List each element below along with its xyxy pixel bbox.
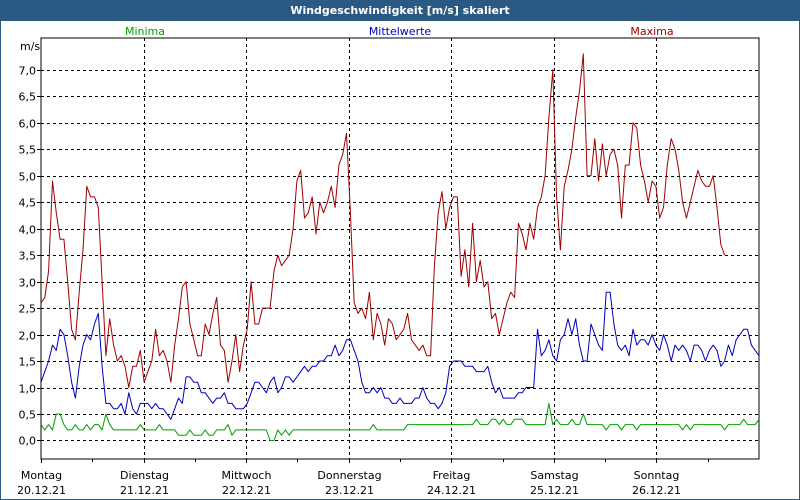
y-tick-label: 5,5: [19, 144, 37, 157]
series-line-minima: [40, 402, 760, 441]
legend-mittelwerte: Mittelwerte: [369, 25, 432, 38]
plot-area: [40, 37, 760, 460]
legend-minima: Minima: [125, 25, 165, 38]
x-tick-date: 25.12.21: [530, 484, 579, 497]
x-tick-day: Freitag: [433, 469, 471, 482]
y-tick-label: 5,0: [19, 171, 37, 184]
y-tick-label: 3,0: [19, 277, 37, 290]
series-line-maxima: [40, 53, 726, 388]
wind-speed-chart: Minima Mittelwerte Maxima 0,0 0,5 1,0 1,5 2,0 2…: [17, 25, 760, 497]
x-tick-day: Sonntag: [634, 469, 680, 482]
y-tick-label: 6,0: [19, 118, 37, 131]
y-tick-label: 4,0: [19, 224, 37, 237]
y-tick-label: 0,5: [19, 409, 37, 422]
x-tick-date: 26.12.21: [632, 484, 681, 497]
x-tick-day: Montag: [21, 469, 62, 482]
y-tick-label: 0,0: [19, 435, 37, 448]
x-tick-date: 21.12.21: [120, 484, 169, 497]
x-tick-day: Samstag: [530, 469, 578, 482]
y-tick-label: 1,0: [19, 383, 37, 396]
x-tick-date: 20.12.21: [17, 484, 66, 497]
y-tick-label: 2,5: [19, 303, 37, 316]
x-tick-day: Donnerstag: [317, 469, 381, 482]
x-tick-day: Dienstag: [120, 469, 169, 482]
y-axis-label: m/s: [20, 40, 40, 53]
y-tick-label: 6,5: [19, 91, 37, 104]
y-tick-label: 3,5: [19, 250, 37, 263]
y-tick-label: 4,5: [19, 197, 37, 210]
series-line-mittelwerte: [40, 291, 760, 420]
x-tick-day: Mittwoch: [222, 469, 272, 482]
y-tick-label: 1,5: [19, 356, 37, 369]
y-tick-label: 7,0: [19, 65, 37, 78]
y-tick-label: 2,0: [19, 330, 37, 343]
x-tick-date: 23.12.21: [325, 484, 374, 497]
x-tick-date: 22.12.21: [222, 484, 271, 497]
x-tick-date: 24.12.21: [427, 484, 476, 497]
legend-maxima: Maxima: [630, 25, 673, 38]
